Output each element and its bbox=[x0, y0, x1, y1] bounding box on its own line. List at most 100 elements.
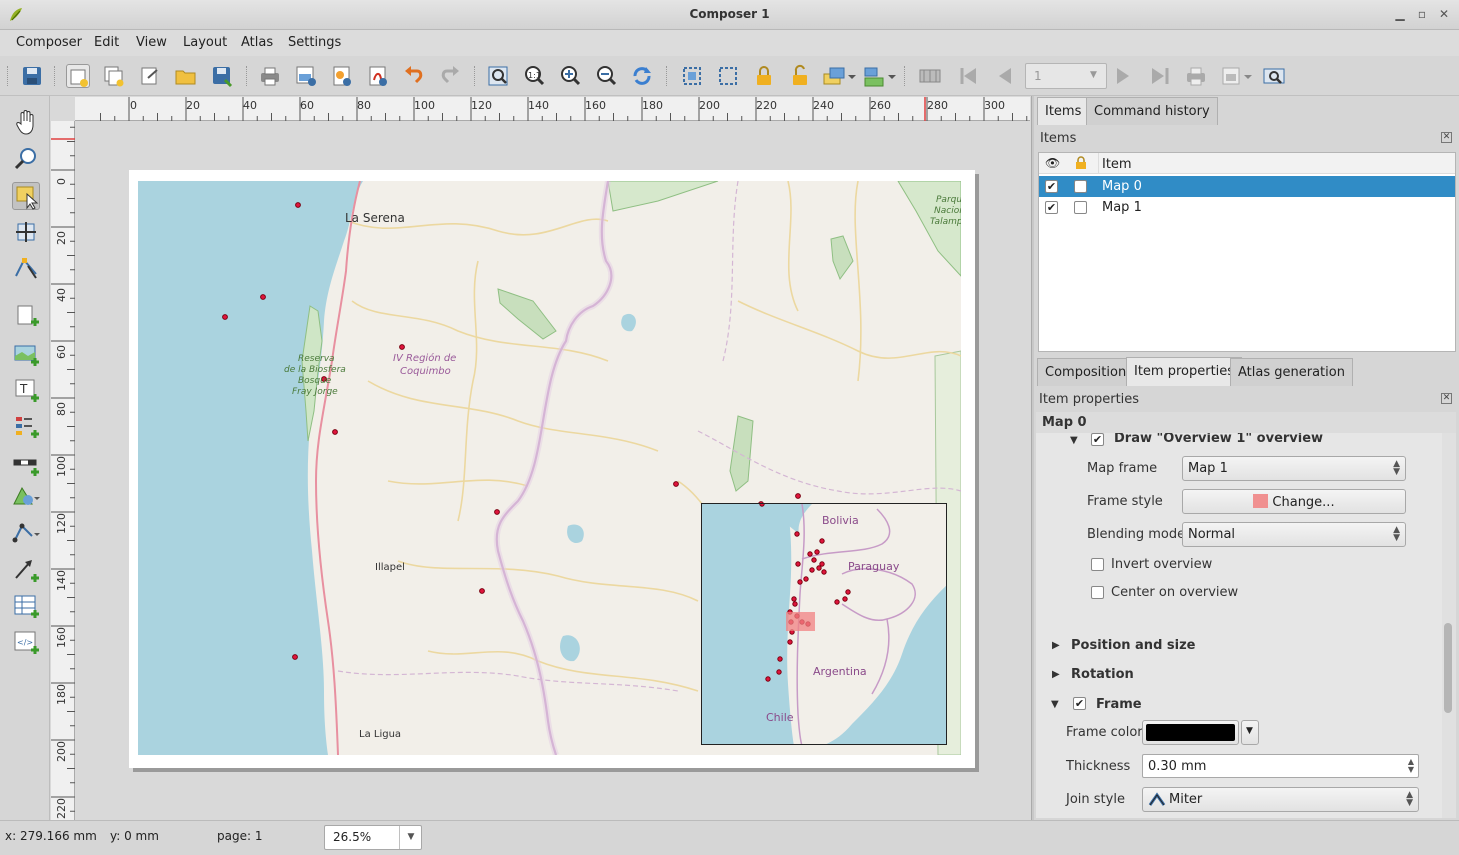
frame-style-swatch bbox=[1253, 494, 1269, 508]
frame-color-button[interactable] bbox=[1142, 720, 1239, 745]
deselect-icon[interactable] bbox=[716, 64, 740, 88]
next-feature-icon[interactable] bbox=[1112, 64, 1136, 88]
save-template-icon[interactable] bbox=[210, 64, 234, 88]
collapse-triangle-icon[interactable]: ▼ bbox=[1051, 699, 1059, 710]
zoom-full-icon[interactable] bbox=[486, 64, 510, 88]
atlas-page-field[interactable]: 1 ▼ bbox=[1025, 63, 1107, 89]
unlock-icon[interactable] bbox=[788, 64, 812, 88]
close-panel-icon[interactable]: ✕ bbox=[1441, 393, 1452, 404]
frame-checkbox[interactable]: ✔ bbox=[1073, 697, 1086, 710]
add-attribute-table-icon[interactable] bbox=[12, 592, 40, 620]
print-atlas-icon[interactable] bbox=[1184, 64, 1208, 88]
zoom-out-icon[interactable] bbox=[594, 64, 618, 88]
open-template-icon[interactable] bbox=[174, 64, 198, 88]
print-icon[interactable] bbox=[258, 64, 282, 88]
new-composer-icon[interactable] bbox=[66, 64, 90, 88]
zoom-tool-icon[interactable] bbox=[12, 144, 40, 172]
item-lock-checkbox[interactable] bbox=[1074, 180, 1087, 193]
redo-icon[interactable] bbox=[438, 64, 462, 88]
menu-settings[interactable]: Settings bbox=[288, 35, 341, 50]
expand-triangle-icon[interactable]: ▶ bbox=[1052, 669, 1060, 680]
tab-atlas-generation[interactable]: Atlas generation bbox=[1230, 358, 1353, 386]
add-node-item-icon[interactable] bbox=[12, 520, 40, 548]
overview-map-item[interactable]: Bolivia Paraguay Argentina Chile bbox=[701, 503, 947, 745]
pan-tool-icon[interactable] bbox=[12, 108, 40, 136]
last-feature-icon[interactable] bbox=[1148, 64, 1172, 88]
v-ruler-label: 40 bbox=[55, 288, 68, 302]
add-html-frame-icon[interactable]: </> bbox=[12, 628, 40, 656]
tab-item-properties[interactable]: Item properties bbox=[1126, 357, 1243, 386]
draw-overview-checkbox[interactable]: ✔ bbox=[1091, 433, 1104, 446]
item-visible-checkbox[interactable]: ✔ bbox=[1045, 180, 1058, 193]
tab-composition[interactable]: Composition bbox=[1037, 358, 1135, 386]
atlas-settings-icon[interactable] bbox=[1262, 64, 1286, 88]
join-style-select[interactable]: Miter ▲ ▼ bbox=[1142, 787, 1419, 812]
save-project-icon[interactable] bbox=[20, 64, 44, 88]
h-ruler-label: 280 bbox=[927, 99, 948, 112]
move-content-tool-icon[interactable] bbox=[12, 218, 40, 246]
map-frame-select[interactable]: Map 1 ▲ ▼ bbox=[1182, 456, 1406, 481]
item-visible-checkbox[interactable]: ✔ bbox=[1045, 201, 1058, 214]
export-pdf-icon[interactable] bbox=[366, 64, 390, 88]
maximize-icon[interactable]: ▫ bbox=[1414, 6, 1430, 22]
export-image-icon[interactable] bbox=[294, 64, 318, 88]
lock-icon[interactable] bbox=[752, 64, 776, 88]
zoom-actual-icon[interactable]: 1:1 bbox=[522, 64, 546, 88]
scrollbar-thumb[interactable] bbox=[1444, 623, 1452, 713]
list-item[interactable]: ✔ Map 1 bbox=[1039, 197, 1455, 218]
add-map-icon[interactable] bbox=[12, 340, 40, 368]
position-size-group[interactable]: Position and size bbox=[1071, 638, 1195, 653]
menu-composer[interactable]: Composer bbox=[16, 35, 82, 50]
properties-scrollbar[interactable] bbox=[1442, 433, 1456, 818]
first-feature-icon[interactable] bbox=[956, 64, 980, 88]
menu-edit[interactable]: Edit bbox=[94, 35, 119, 50]
tab-command-history[interactable]: Command history bbox=[1086, 97, 1218, 125]
zoom-combo[interactable]: 26.5% ▼ bbox=[324, 825, 422, 850]
add-label-icon[interactable]: T bbox=[12, 376, 40, 404]
close-icon[interactable]: ✕ bbox=[1436, 6, 1452, 22]
chevron-down-icon[interactable]: ▼ bbox=[399, 826, 422, 849]
add-legend-icon[interactable] bbox=[12, 412, 40, 440]
item-properties-scroll[interactable]: ▼ ✔ Draw "Overview 1" overview Map frame… bbox=[1036, 433, 1442, 818]
collapse-triangle-icon[interactable]: ▼ bbox=[1070, 435, 1078, 446]
menu-layout[interactable]: Layout bbox=[183, 35, 227, 50]
toolbar-separator bbox=[246, 66, 248, 86]
item-lock-checkbox[interactable] bbox=[1074, 201, 1087, 214]
expand-triangle-icon[interactable]: ▶ bbox=[1052, 640, 1060, 651]
menu-view[interactable]: View bbox=[136, 35, 167, 50]
add-arrow-icon[interactable] bbox=[12, 556, 40, 584]
add-page-icon[interactable] bbox=[12, 302, 40, 330]
thickness-spinbox[interactable]: 0.30 mm ▲ ▼ bbox=[1142, 754, 1419, 778]
add-shape-icon[interactable] bbox=[12, 484, 40, 512]
composer-manager-icon[interactable] bbox=[138, 64, 162, 88]
toolbar-handle[interactable] bbox=[7, 66, 9, 86]
rotation-group[interactable]: Rotation bbox=[1071, 667, 1134, 682]
blending-mode-select[interactable]: Normal ▲ ▼ bbox=[1182, 522, 1406, 547]
minimize-icon[interactable]: ▁ bbox=[1392, 6, 1408, 22]
frame-style-button[interactable]: Change... bbox=[1182, 489, 1406, 514]
add-scalebar-icon[interactable] bbox=[12, 450, 40, 478]
frame-color-dropdown[interactable]: ▼ bbox=[1241, 720, 1259, 745]
items-list[interactable]: 👁 Item ✔ Map 0 ✔ Map 1 bbox=[1038, 152, 1456, 352]
align-items-icon[interactable] bbox=[862, 64, 896, 88]
select-all-icon[interactable] bbox=[680, 64, 704, 88]
export-svg-icon[interactable] bbox=[330, 64, 354, 88]
refresh-icon[interactable] bbox=[630, 64, 654, 88]
close-panel-icon[interactable]: ✕ bbox=[1441, 132, 1452, 143]
invert-overview-checkbox[interactable] bbox=[1091, 558, 1104, 571]
zoom-in-icon[interactable] bbox=[558, 64, 582, 88]
select-move-tool-icon[interactable] bbox=[12, 182, 40, 210]
duplicate-composer-icon[interactable] bbox=[102, 64, 126, 88]
atlas-preview-icon[interactable] bbox=[918, 64, 942, 88]
tab-items[interactable]: Items bbox=[1037, 97, 1090, 125]
spin-arrows-icon[interactable]: ▲ ▼ bbox=[1408, 758, 1414, 774]
previous-feature-icon[interactable] bbox=[992, 64, 1016, 88]
edit-nodes-tool-icon[interactable] bbox=[12, 254, 40, 282]
list-item[interactable]: ✔ Map 0 bbox=[1039, 176, 1455, 197]
undo-icon[interactable] bbox=[402, 64, 426, 88]
export-atlas-icon[interactable] bbox=[1220, 64, 1254, 88]
blending-mode-label: Blending mode bbox=[1087, 527, 1186, 542]
center-overview-checkbox[interactable] bbox=[1091, 586, 1104, 599]
raise-items-icon[interactable] bbox=[822, 64, 856, 88]
menu-atlas[interactable]: Atlas bbox=[241, 35, 273, 50]
